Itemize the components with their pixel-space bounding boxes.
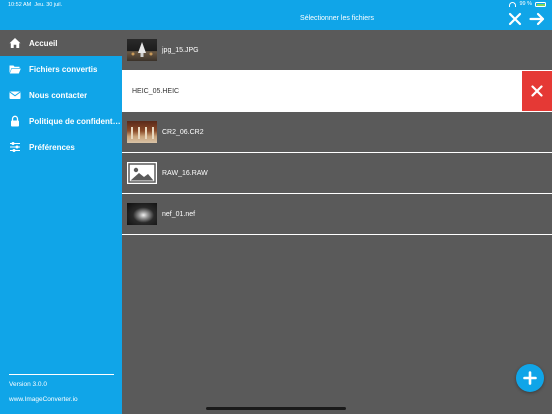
- status-indicators: 99 %: [509, 1, 546, 7]
- envelope-icon: [9, 89, 21, 101]
- close-button[interactable]: [508, 12, 522, 26]
- sidebar-item-preferences[interactable]: Préférences: [0, 134, 122, 160]
- home-icon: [9, 37, 21, 49]
- file-row[interactable]: CR2_06.CR2: [122, 112, 552, 153]
- website-link[interactable]: www.ImageConverter.io: [9, 396, 114, 403]
- sliders-icon: [9, 141, 21, 153]
- wifi-icon: [509, 1, 517, 7]
- file-name: RAW_16.RAW: [162, 169, 208, 177]
- file-name: HEIC_05.HEIC: [132, 87, 180, 95]
- plus-icon: [523, 371, 537, 385]
- lock-icon: [9, 115, 21, 127]
- file-list: jpg_15.JPG HEIC_05.HEIC CR2_06.CR2 RAW_1…: [122, 30, 552, 235]
- sidebar-item-politique[interactable]: Politique de confidenti...: [0, 108, 122, 134]
- close-icon: [508, 12, 522, 26]
- status-time: 10:52 AM Jeu. 30 juil.: [8, 2, 63, 8]
- battery-icon: [535, 1, 546, 7]
- photo-thumbnail: [127, 39, 157, 61]
- photo-thumbnail: [127, 121, 157, 143]
- image-placeholder-icon: [127, 162, 157, 184]
- file-row-selected[interactable]: HEIC_05.HEIC: [122, 71, 552, 112]
- file-row[interactable]: nef_01.nef: [122, 194, 552, 235]
- file-name: jpg_15.JPG: [162, 46, 199, 54]
- photo-thumbnail: [127, 203, 157, 225]
- sidebar-item-label: Accueil: [29, 38, 58, 48]
- file-row[interactable]: jpg_15.JPG: [122, 30, 552, 71]
- delete-x-icon: [531, 85, 543, 97]
- sidebar-item-label: Nous contacter: [29, 90, 88, 100]
- folder-icon: [9, 63, 21, 75]
- delete-button[interactable]: [522, 71, 552, 111]
- sidebar-item-label: Politique de confidenti...: [29, 116, 121, 126]
- file-row[interactable]: RAW_16.RAW: [122, 153, 552, 194]
- page-title: Sélectionner les fichiers: [300, 15, 374, 22]
- sidebar-item-nous-contacter[interactable]: Nous contacter: [0, 82, 122, 108]
- arrow-right-icon: [529, 12, 545, 26]
- app-version: Version 3.0.0: [9, 381, 47, 388]
- sidebar-footer: Version 3.0.0 www.ImageConverter.io: [9, 374, 114, 403]
- sidebar-nav: Accueil Fichiers convertis Nous contacte…: [0, 30, 122, 160]
- home-indicator: [206, 407, 346, 410]
- file-name: nef_01.nef: [162, 210, 196, 218]
- sidebar-item-fichiers-convertis[interactable]: Fichiers convertis: [0, 56, 122, 82]
- sidebar-item-accueil[interactable]: Accueil: [0, 30, 122, 56]
- status-bar: 10:52 AM Jeu. 30 juil. 99 %: [0, 0, 552, 11]
- file-name: CR2_06.CR2: [162, 128, 204, 136]
- footer-divider: [9, 374, 114, 375]
- sidebar-item-label: Fichiers convertis: [29, 64, 98, 74]
- next-button[interactable]: [529, 12, 545, 26]
- sidebar-item-label: Préférences: [29, 142, 75, 152]
- add-file-button[interactable]: [516, 364, 544, 392]
- sidebar: Accueil Fichiers convertis Nous contacte…: [0, 0, 122, 414]
- battery-percent: 99 %: [519, 1, 532, 7]
